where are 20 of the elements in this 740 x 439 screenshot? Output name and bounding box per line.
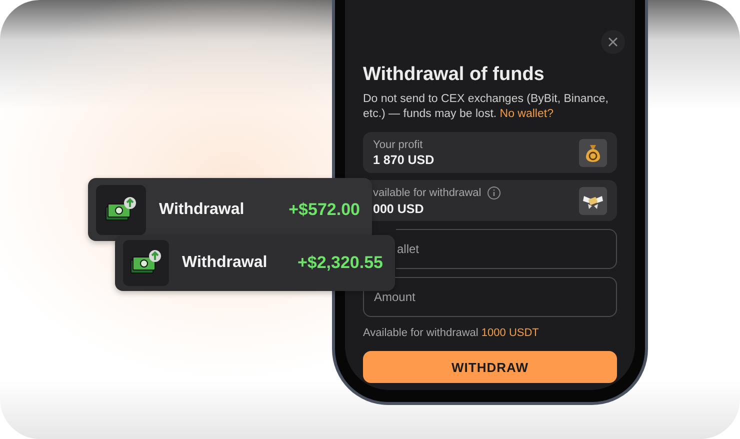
notification-amount: +$2,320.55 [297,253,384,273]
money-bag-icon [584,142,602,162]
close-icon [608,37,618,47]
notification-amount: +$572.00 [288,200,361,220]
notification-title: Withdrawal [159,200,244,218]
input-field[interactable]: allet [396,229,617,269]
stat-value: 1 870 USD [373,152,434,166]
dialog-title: Withdrawal of funds [363,64,546,86]
warning-text: Do not send to CEX exchanges (ByBit, Binance, etc.) — funds may be lost. No wallet? [363,92,610,122]
notification-title: Withdrawal [182,254,268,272]
stat-label: Your profit [373,138,423,150]
available-hint: Available for withdrawal 1000 USDT [363,327,540,339]
close-button[interactable] [601,30,625,54]
withdraw-button[interactable]: WITHDRAW [363,351,617,383]
input-field[interactable]: Amount [363,277,617,317]
no-wallet-link[interactable]: No wallet? [500,108,554,120]
stat-label: vailable for withdrawal [373,186,482,198]
stat-value: 000 USD [373,202,425,216]
info-icon[interactable] [487,186,502,200]
banknote-icon [104,196,138,224]
